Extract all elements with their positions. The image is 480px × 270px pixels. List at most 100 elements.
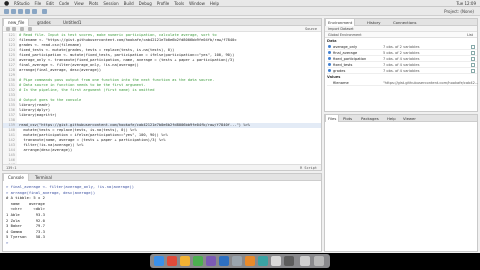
save-file-icon[interactable] bbox=[20, 27, 24, 31]
console-line: 2 Zola 92.0 bbox=[6, 217, 45, 223]
macos-menu-bar: ● RStudio File Edit Code View Plots Session Bui… bbox=[0, 0, 480, 7]
console-pane: Console Terminal > final_average <- filte… bbox=[2, 173, 322, 252]
menu-build[interactable]: Build bbox=[124, 1, 134, 6]
editor-tabs: new_file grades Untitled1 bbox=[3, 19, 321, 26]
tab-grades[interactable]: grades bbox=[33, 19, 55, 26]
tab-files[interactable]: Files bbox=[325, 115, 340, 122]
tab-new-file[interactable]: new_file bbox=[3, 19, 30, 26]
cursor-position: 139:1 bbox=[6, 166, 17, 170]
view-table-icon[interactable] bbox=[471, 51, 475, 55]
tab-console[interactable]: Console bbox=[3, 174, 29, 181]
app-icon[interactable] bbox=[167, 256, 177, 266]
value-name: filename bbox=[333, 81, 349, 85]
tab-viewer[interactable]: Viewer bbox=[401, 115, 418, 122]
app-icon[interactable] bbox=[271, 256, 281, 266]
tab-plots[interactable]: Plots bbox=[341, 115, 354, 122]
expand-icon[interactable] bbox=[328, 51, 331, 54]
console-line: 4 Gamma 73.3 bbox=[6, 228, 45, 234]
menu-code[interactable]: Code bbox=[59, 1, 69, 6]
environment-pane: Environment History Connections Import Dat… bbox=[324, 18, 478, 112]
environment-scope-bar: Global Environment List bbox=[325, 32, 477, 38]
menu-window[interactable]: Window bbox=[189, 1, 205, 6]
environment-value-row[interactable]: filename "https://gist.githubusercontent.… bbox=[327, 80, 479, 86]
expand-icon[interactable] bbox=[328, 57, 331, 60]
object-name: grades bbox=[333, 69, 346, 73]
rstudio-icon[interactable] bbox=[219, 256, 229, 266]
menu-view[interactable]: View bbox=[74, 1, 84, 6]
main-toolbar: Project: (None) bbox=[0, 7, 480, 16]
app-icon[interactable] bbox=[284, 256, 294, 266]
menu-profile[interactable]: Profile bbox=[157, 1, 169, 6]
menu-tools[interactable]: Tools bbox=[174, 1, 184, 6]
view-table-icon[interactable] bbox=[471, 57, 475, 61]
file-type[interactable]: R Script bbox=[300, 165, 317, 171]
trash-icon[interactable] bbox=[314, 256, 324, 266]
expand-icon[interactable] bbox=[328, 63, 331, 66]
app-icon[interactable] bbox=[258, 256, 268, 266]
print-icon[interactable] bbox=[42, 9, 47, 14]
app-icon[interactable] bbox=[193, 256, 203, 266]
tab-untitled1[interactable]: Untitled1 bbox=[59, 19, 85, 26]
editor-status-bar: 139:1 R Script bbox=[3, 164, 321, 170]
source-button[interactable]: Source bbox=[305, 26, 317, 32]
project-menu[interactable]: Project: (None) bbox=[444, 8, 474, 15]
tab-packages[interactable]: Packages bbox=[359, 115, 381, 122]
tab-connections[interactable]: Connections bbox=[391, 19, 418, 26]
tab-history[interactable]: History bbox=[365, 19, 383, 26]
forward-icon[interactable] bbox=[12, 27, 16, 31]
object-value: 7 obs. of 4 variables bbox=[383, 69, 420, 73]
downloads-icon[interactable] bbox=[300, 256, 310, 266]
menu-file[interactable]: File bbox=[35, 1, 42, 6]
source-editor-pane: new_file grades Untitled1 Source 121 # Read… bbox=[2, 18, 322, 171]
menu-debug[interactable]: Debug bbox=[139, 1, 152, 6]
console-line: 3 Baker 79.7 bbox=[6, 223, 45, 229]
view-table-icon[interactable] bbox=[471, 45, 475, 49]
global-environment-select[interactable]: Global Environment bbox=[328, 32, 362, 38]
files-tabs: Files Plots Packages Help Viewer bbox=[325, 115, 477, 122]
view-table-icon[interactable] bbox=[471, 63, 475, 67]
editor-toolbar: Source bbox=[3, 26, 321, 32]
apple-icon[interactable]: ● bbox=[4, 0, 9, 7]
environment-row[interactable]: grades 7 obs. of 4 variables bbox=[327, 68, 477, 74]
view-table-icon[interactable] bbox=[471, 69, 475, 73]
console-line: <chr> <dbl> bbox=[6, 206, 45, 212]
finder-icon[interactable] bbox=[154, 256, 164, 266]
menu-plots[interactable]: Plots bbox=[89, 1, 99, 6]
menu-rstudio[interactable]: RStudio bbox=[14, 1, 30, 6]
app-icon[interactable] bbox=[245, 256, 255, 266]
menu-help[interactable]: Help bbox=[210, 1, 219, 6]
clock: Tue 12:09 bbox=[456, 1, 476, 6]
app-icon[interactable] bbox=[232, 256, 242, 266]
tab-environment[interactable]: Environment bbox=[325, 19, 356, 26]
environment-tabs: Environment History Connections bbox=[325, 19, 477, 26]
rstudio-window: Project: (None) new_file grades Untitled1 … bbox=[0, 7, 480, 253]
console-line: > bbox=[6, 240, 9, 245]
console-line: 1 Able 93.3 bbox=[6, 212, 45, 217]
tab-terminal[interactable]: Terminal bbox=[31, 174, 56, 181]
open-file-icon[interactable] bbox=[18, 9, 23, 14]
search-icon[interactable] bbox=[28, 27, 32, 31]
tab-help[interactable]: Help bbox=[385, 115, 398, 122]
new-file-icon[interactable] bbox=[4, 9, 9, 14]
console-line: > arrange(final_average, desc(average)) bbox=[6, 189, 96, 195]
value-content: "https://gist.githubusercontent.com/hook… bbox=[383, 81, 479, 85]
console-line: name average bbox=[6, 200, 45, 206]
macos-dock bbox=[150, 254, 330, 268]
console-line: 5 Tyerson 58.3 bbox=[6, 234, 45, 240]
save-all-icon[interactable] bbox=[32, 9, 37, 14]
code-area[interactable]: 121 # Read file. Input is test scores, ma… bbox=[3, 33, 321, 164]
menu-items: RStudio File Edit Code View Plots Session Build… bbox=[14, 0, 224, 7]
save-icon[interactable] bbox=[25, 9, 30, 14]
app-icon[interactable] bbox=[180, 256, 190, 266]
app-icon[interactable] bbox=[206, 256, 216, 266]
view-mode-select[interactable]: List bbox=[467, 32, 473, 38]
back-icon[interactable] bbox=[6, 27, 10, 31]
console-line: # A tibble: 5 x 2 bbox=[6, 195, 45, 201]
console-tabs: Console Terminal bbox=[3, 174, 321, 181]
files-pane: Files Plots Packages Help Viewer bbox=[324, 114, 478, 252]
menu-edit[interactable]: Edit bbox=[46, 1, 54, 6]
expand-icon[interactable] bbox=[328, 69, 331, 72]
menu-session[interactable]: Session bbox=[103, 1, 118, 6]
expand-icon[interactable] bbox=[328, 45, 331, 48]
open-project-icon[interactable] bbox=[11, 9, 16, 14]
